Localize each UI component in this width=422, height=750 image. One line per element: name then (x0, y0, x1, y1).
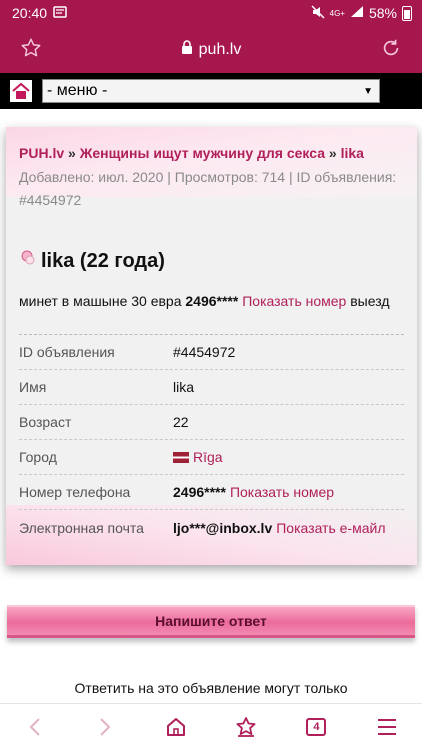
detail-value: 2496**** Показать номер (173, 484, 334, 500)
detail-label: Электронная почта (19, 519, 144, 536)
bookmarks-icon[interactable] (226, 707, 266, 747)
detail-row-email: Электронная почта ljo***@inbox.lv Показа… (19, 510, 404, 545)
breadcrumb-current[interactable]: lika (341, 145, 364, 161)
reply-button[interactable]: Напишите ответ (7, 605, 415, 638)
battery-percent: 58% (368, 5, 397, 21)
detail-row-phone: Номер телефона 2496**** Показать номер (19, 475, 404, 510)
detail-value: ljo***@inbox.lv Показать е-майл (173, 520, 386, 536)
bookmark-star-icon[interactable] (20, 37, 42, 63)
tabs-icon[interactable]: 4 (296, 707, 336, 747)
signal-icon (350, 5, 364, 21)
detail-row-id: ID объявления #4454972 (19, 335, 404, 370)
ad-desc-phone: 2496**** (185, 293, 239, 309)
breadcrumb-site-link[interactable]: PUH.lv (19, 145, 64, 161)
detail-value: 22 (173, 414, 189, 430)
details-table: ID объявления #4454972 Имя lika Возраст … (19, 334, 404, 545)
network-type-icon: 4G+ (329, 8, 345, 18)
detail-value: Rīga (173, 449, 223, 465)
reply-note: Ответить на это объявление могут только (74, 680, 348, 696)
detail-label: ID объявления (19, 344, 115, 360)
show-phone-link[interactable]: Показать номер (242, 293, 346, 309)
ad-desc-text: минет в машыне 30 евра (19, 293, 182, 309)
lock-icon (181, 40, 193, 59)
message-icon (53, 5, 67, 21)
address-bar[interactable]: puh.lv (181, 40, 242, 59)
browser-toolbar: puh.lv (0, 26, 422, 73)
detail-value: lika (173, 379, 195, 395)
detail-label: Возраст (19, 414, 72, 430)
detail-label: Город (19, 449, 57, 465)
detail-label: Номер телефона (19, 484, 131, 500)
home-icon[interactable] (8, 78, 34, 104)
back-icon[interactable] (15, 707, 55, 747)
forward-icon[interactable] (85, 707, 125, 747)
ad-title: lika (22 года) (41, 249, 165, 272)
female-icon (19, 249, 37, 273)
ad-description: минет в машыне 30 евра 2496**** Показать… (19, 291, 404, 311)
menu-select-value: - меню - (47, 82, 108, 99)
menu-select[interactable]: - меню - ▼ (42, 79, 380, 103)
phone-masked: 2496**** (173, 484, 226, 500)
detail-row-name: Имя lika (19, 370, 404, 405)
status-time: 20:40 (12, 5, 48, 21)
show-phone-number-link[interactable]: Показать номер (230, 484, 334, 500)
detail-value: #4454972 (173, 344, 236, 360)
latvia-flag-icon (173, 451, 189, 463)
reload-icon[interactable] (380, 37, 402, 63)
show-email-link[interactable]: Показать е-майл (276, 520, 385, 536)
breadcrumb-separator: » (328, 145, 337, 161)
email-masked: ljo***@inbox.lv (173, 519, 273, 536)
browser-bottom-nav: 4 (0, 703, 422, 750)
menu-hamburger-icon[interactable] (367, 707, 407, 747)
status-bar: 20:40 4G+ 58% (0, 0, 422, 26)
breadcrumb-separator: » (68, 145, 76, 161)
detail-row-age: Возраст 22 (19, 405, 404, 440)
ad-title-row: lika (22 года) (19, 249, 404, 273)
detail-label: Имя (19, 379, 47, 395)
breadcrumb-category-link[interactable]: Женщины ищут мужчину для секса (80, 145, 325, 161)
mute-icon (311, 4, 325, 22)
ad-meta: Добавлено: июл. 2020 | Просмотров: 714 |… (19, 169, 397, 208)
home-nav-icon[interactable] (156, 707, 196, 747)
ad-desc-text-end: выезд (350, 293, 390, 309)
tabs-count: 4 (306, 718, 327, 736)
breadcrumb: PUH.lv » Женщины ищут мужчину для секса … (19, 143, 404, 163)
site-nav: - меню - ▼ (0, 73, 422, 109)
chevron-down-icon: ▼ (363, 85, 373, 97)
ad-card: PUH.lv » Женщины ищут мужчину для секса … (6, 127, 417, 565)
battery-icon (402, 5, 412, 21)
detail-row-city: Город Rīga (19, 440, 404, 475)
city-link[interactable]: Rīga (193, 449, 223, 465)
url-text: puh.lv (198, 40, 242, 58)
